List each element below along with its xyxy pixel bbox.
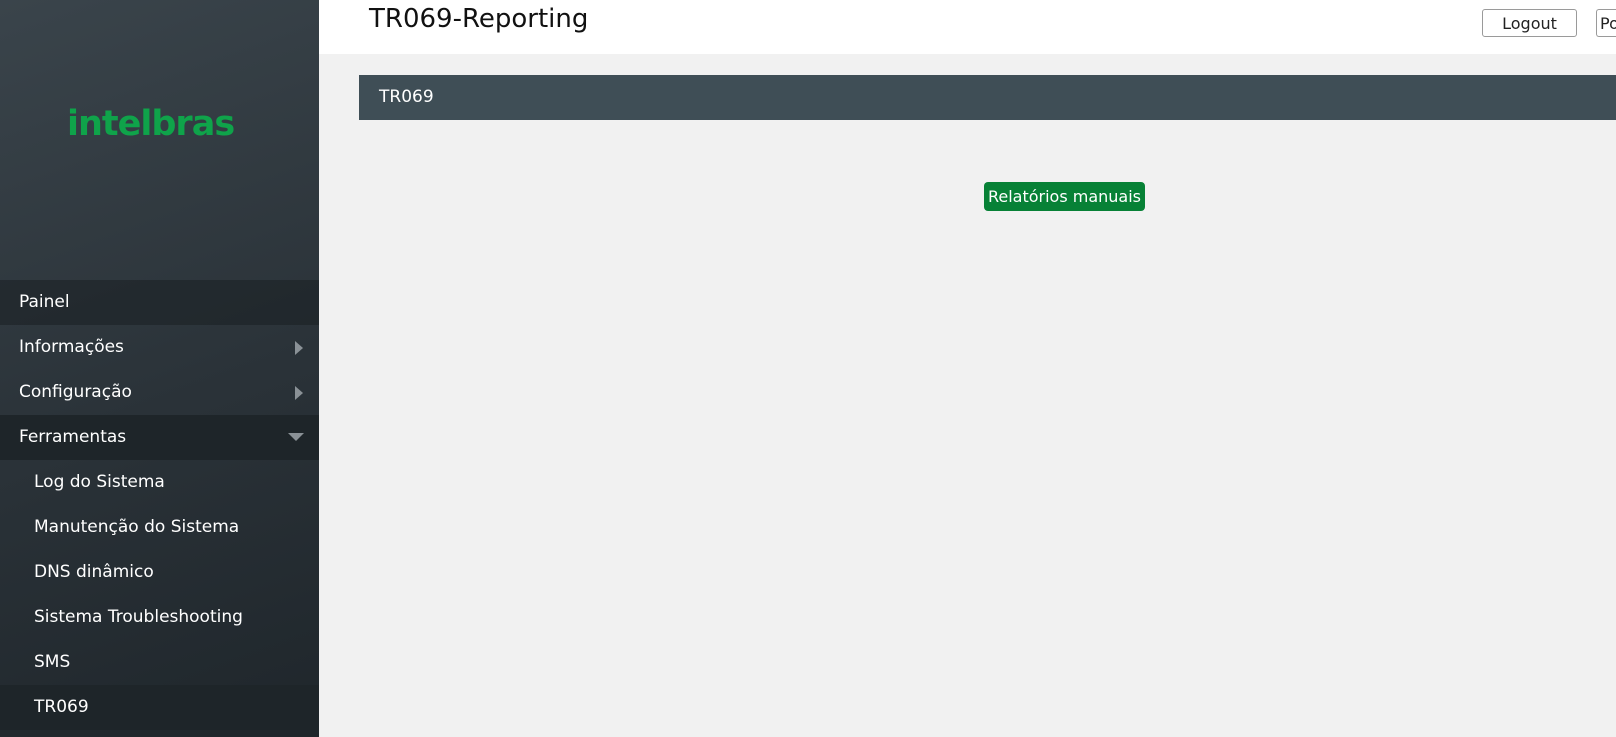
- sidebar-item-label: Informações: [19, 337, 124, 357]
- sidebar-item-label: Manutenção do Sistema: [34, 517, 240, 537]
- sidebar-subitem-tr069[interactable]: TR069: [0, 685, 319, 730]
- sidebar-item-label: Sistema Troubleshooting: [34, 607, 243, 627]
- sidebar-item-label: Configuração: [19, 382, 132, 402]
- sidebar-subitem-sistema-troubleshooting[interactable]: Sistema Troubleshooting: [0, 595, 319, 640]
- sidebar: intelbras Painel Informações Configuraçã…: [0, 0, 319, 737]
- sidebar-item-label: DNS dinâmico: [34, 562, 154, 582]
- sidebar-item-label: TR069: [34, 697, 89, 717]
- sidebar-subitem-dns-dinamico[interactable]: DNS dinâmico: [0, 550, 319, 595]
- sidebar-item-informacoes[interactable]: Informações: [0, 325, 319, 370]
- language-button[interactable]: Po: [1596, 9, 1616, 37]
- top-bar: TR069-Reporting Logout Po: [319, 0, 1616, 54]
- sidebar-subitem-log-do-sistema[interactable]: Log do Sistema: [0, 460, 319, 505]
- section-header: TR069: [359, 75, 1616, 120]
- logout-button[interactable]: Logout: [1482, 9, 1577, 37]
- chevron-right-icon: [295, 386, 303, 400]
- sidebar-item-label: Log do Sistema: [34, 472, 165, 492]
- intelbras-logo: intelbras: [67, 104, 235, 144]
- chevron-down-icon: [288, 433, 304, 441]
- sidebar-subitem-sms[interactable]: SMS: [0, 640, 319, 685]
- sidebar-menu: Painel Informações Configuração Ferramen…: [0, 280, 319, 730]
- page-title: TR069-Reporting: [369, 4, 589, 34]
- sidebar-item-painel[interactable]: Painel: [0, 280, 319, 325]
- chevron-right-icon: [295, 341, 303, 355]
- sidebar-item-label: SMS: [34, 652, 71, 672]
- manual-report-button[interactable]: Relatórios manuais: [984, 182, 1145, 211]
- sidebar-item-ferramentas[interactable]: Ferramentas: [0, 415, 319, 460]
- sidebar-item-label: Painel: [19, 292, 70, 312]
- sidebar-item-configuracao[interactable]: Configuração: [0, 370, 319, 415]
- sidebar-item-label: Ferramentas: [19, 427, 127, 447]
- sidebar-subitem-manutencao-do-sistema[interactable]: Manutenção do Sistema: [0, 505, 319, 550]
